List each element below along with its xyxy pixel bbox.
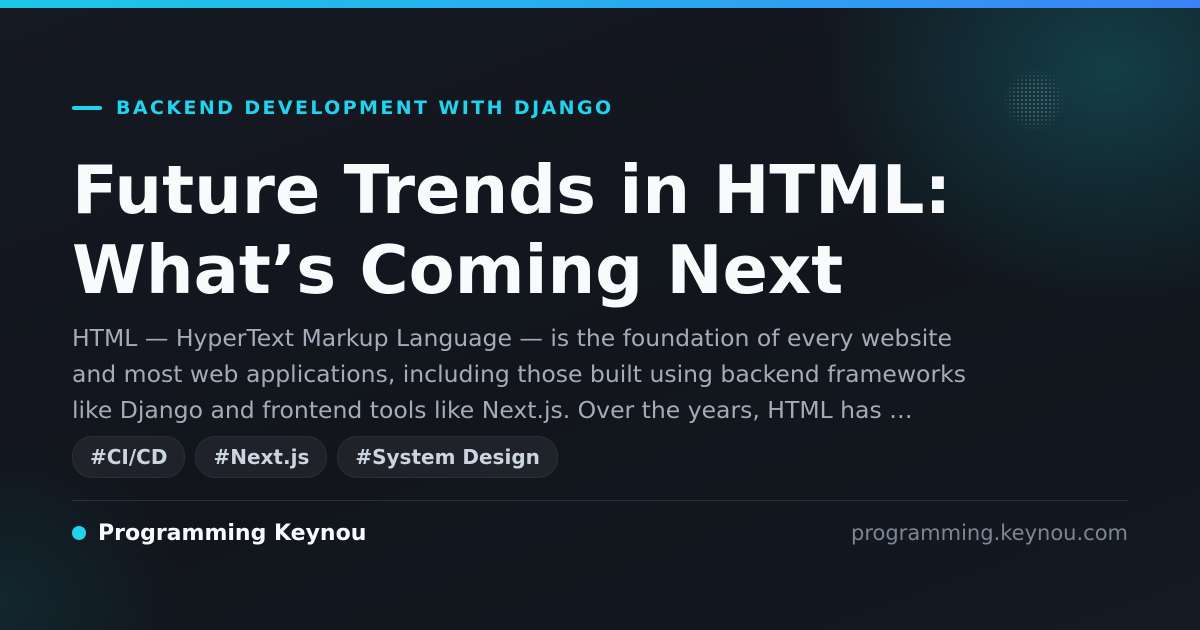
preview-card: BACKEND DEVELOPMENT WITH DJANGO Future T…	[0, 0, 1200, 630]
description: HTML — HyperText Markup Language — is th…	[72, 320, 1142, 428]
brand: Programming Keynou	[72, 518, 366, 548]
page-title: Future Trends in HTML: What’s Coming Nex…	[72, 150, 1132, 310]
tag-list: #CI/CD #Next.js #System Design	[72, 436, 558, 478]
tag-system-design: #System Design	[337, 436, 558, 478]
tag-ci-cd: #CI/CD	[72, 436, 186, 478]
dot-pattern-decoration	[1000, 70, 1068, 130]
title-line: What’s Coming Next	[72, 231, 844, 309]
category-label: BACKEND DEVELOPMENT WITH DJANGO	[72, 96, 614, 120]
site-url: programming.keynou.com	[851, 521, 1128, 545]
brand-dot-icon	[72, 526, 86, 540]
category-dash-icon	[72, 106, 102, 110]
description-line: like Django and frontend tools like Next…	[72, 396, 913, 424]
category-text: BACKEND DEVELOPMENT WITH DJANGO	[116, 97, 614, 119]
description-line: HTML — HyperText Markup Language — is th…	[72, 324, 952, 352]
footer-divider	[72, 500, 1128, 501]
tag-nextjs: #Next.js	[195, 436, 328, 478]
brand-name: Programming Keynou	[98, 520, 367, 546]
title-line: Future Trends in HTML:	[72, 151, 952, 229]
description-line: and most web applications, including tho…	[72, 360, 966, 388]
accent-top-bar	[0, 0, 1200, 8]
